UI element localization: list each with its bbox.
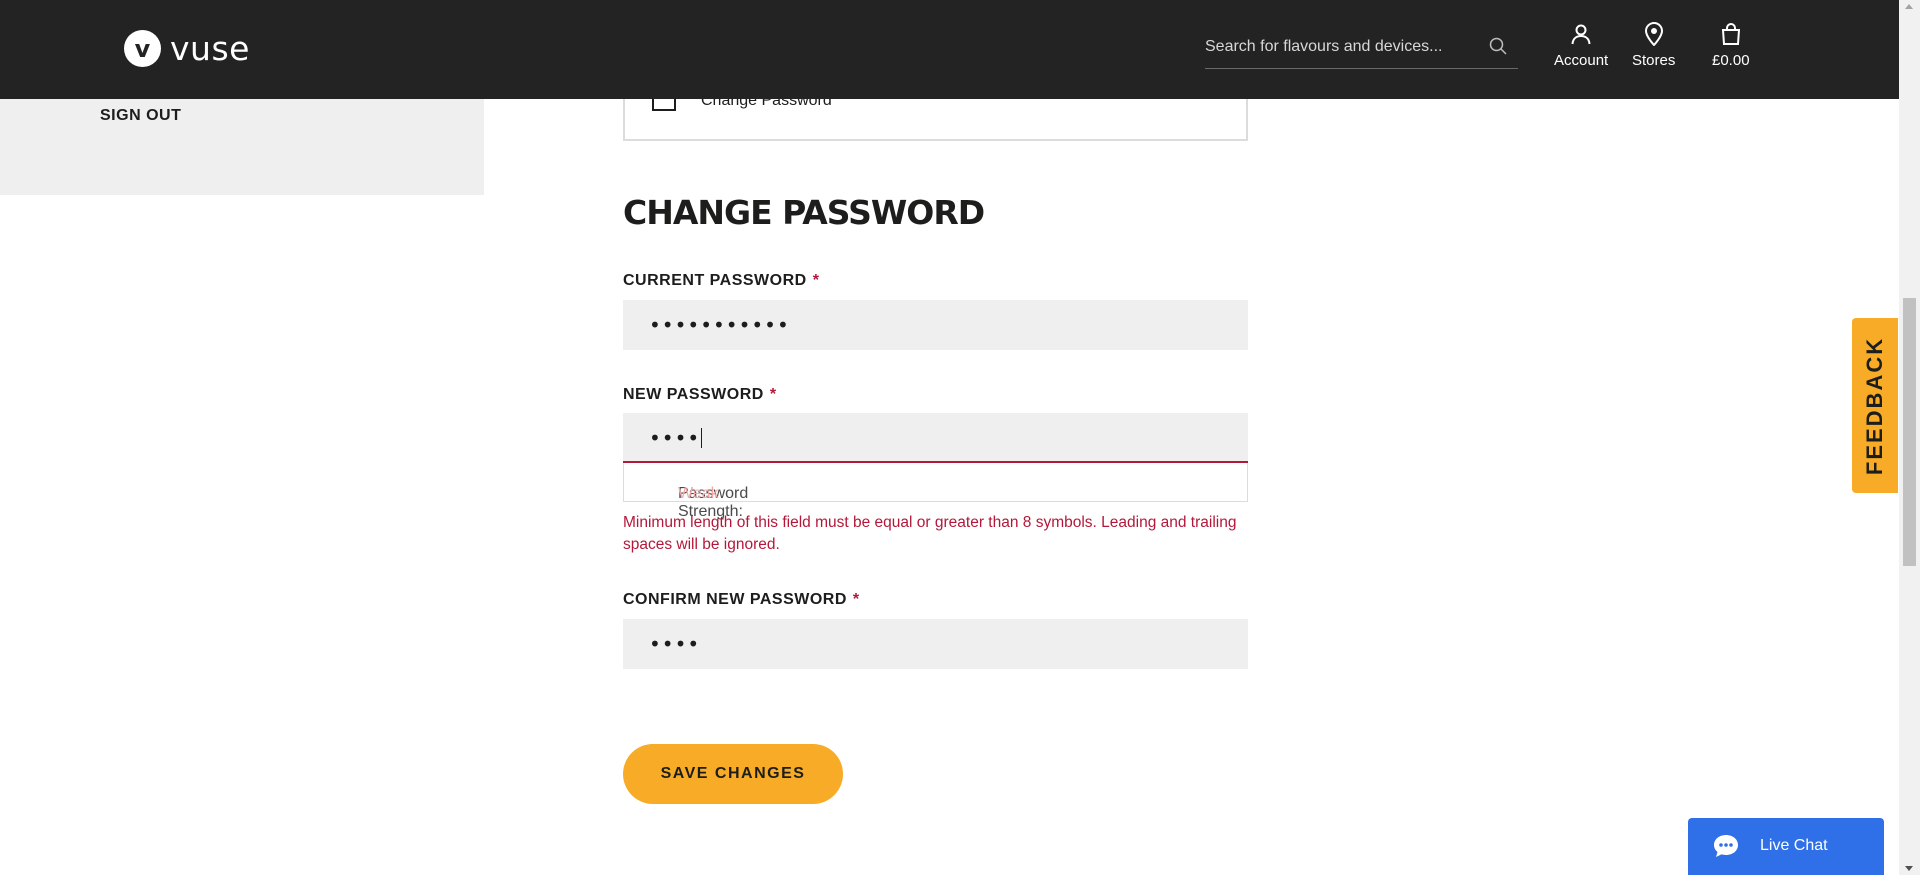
logo-mark-icon: v [124, 30, 161, 67]
page-scrollbar[interactable] [1899, 0, 1920, 875]
password-strength-value: Weak [678, 485, 719, 502]
current-password-label: CURRENT PASSWORD * [623, 272, 819, 290]
search-bar [1205, 25, 1518, 69]
scroll-up-arrow-icon[interactable] [1905, 4, 1913, 9]
cart-link[interactable]: £0.00 [1712, 22, 1750, 69]
confirm-password-value: •••• [649, 632, 701, 656]
account-link[interactable]: Account [1554, 22, 1608, 69]
logo-text: vuse [170, 29, 250, 68]
site-header: v vuse Account Stores [0, 0, 1899, 99]
location-pin-icon [1644, 22, 1663, 46]
text-caret [701, 428, 703, 448]
sign-out-link[interactable]: SIGN OUT [100, 107, 181, 125]
confirm-password-field[interactable]: •••• [623, 619, 1248, 669]
current-password-label-text: CURRENT PASSWORD [623, 272, 807, 289]
password-strength-meter: Password Strength: Weak [623, 463, 1248, 520]
scroll-down-arrow-icon[interactable] [1905, 866, 1913, 871]
new-password-value-wrap: •••• [649, 426, 703, 450]
page: v vuse Account Stores [0, 0, 1920, 875]
live-chat-label: Live Chat [1760, 837, 1828, 854]
confirm-password-label: CONFIRM NEW PASSWORD * [623, 591, 860, 609]
current-password-value: ••••••••••• [649, 313, 790, 337]
current-password-field[interactable]: ••••••••••• [623, 300, 1248, 350]
new-password-label-text: NEW PASSWORD [623, 386, 764, 403]
search-icon[interactable] [1488, 36, 1508, 56]
stores-label: Stores [1632, 52, 1676, 69]
scrollbar-thumb[interactable] [1903, 298, 1916, 566]
page-title: CHANGE PASSWORD [623, 193, 985, 232]
feedback-label: FEEDBACK [1862, 336, 1888, 475]
user-icon [1571, 24, 1591, 45]
feedback-tab[interactable]: FEEDBACK [1852, 318, 1898, 493]
live-chat-button[interactable]: Live Chat [1688, 818, 1884, 875]
confirm-password-label-text: CONFIRM NEW PASSWORD [623, 591, 847, 608]
new-password-label: NEW PASSWORD * [623, 386, 777, 404]
new-password-field[interactable]: •••• [623, 413, 1248, 463]
save-changes-button[interactable]: SAVE CHANGES [623, 744, 843, 804]
vuse-logo[interactable]: v vuse [124, 29, 250, 68]
shopping-bag-icon [1721, 23, 1740, 45]
account-sidebar: SIGN OUT [0, 99, 484, 195]
chat-bubble-icon [1714, 835, 1738, 857]
required-mark: * [852, 591, 860, 608]
required-mark: * [812, 272, 820, 289]
cart-total: £0.00 [1712, 52, 1750, 69]
required-mark: * [769, 386, 777, 403]
search-input[interactable] [1205, 33, 1475, 61]
new-password-error: Minimum length of this field must be equ… [623, 514, 1237, 553]
stores-link[interactable]: Stores [1632, 22, 1675, 69]
new-password-value: •••• [649, 426, 701, 450]
account-label: Account [1554, 52, 1609, 69]
